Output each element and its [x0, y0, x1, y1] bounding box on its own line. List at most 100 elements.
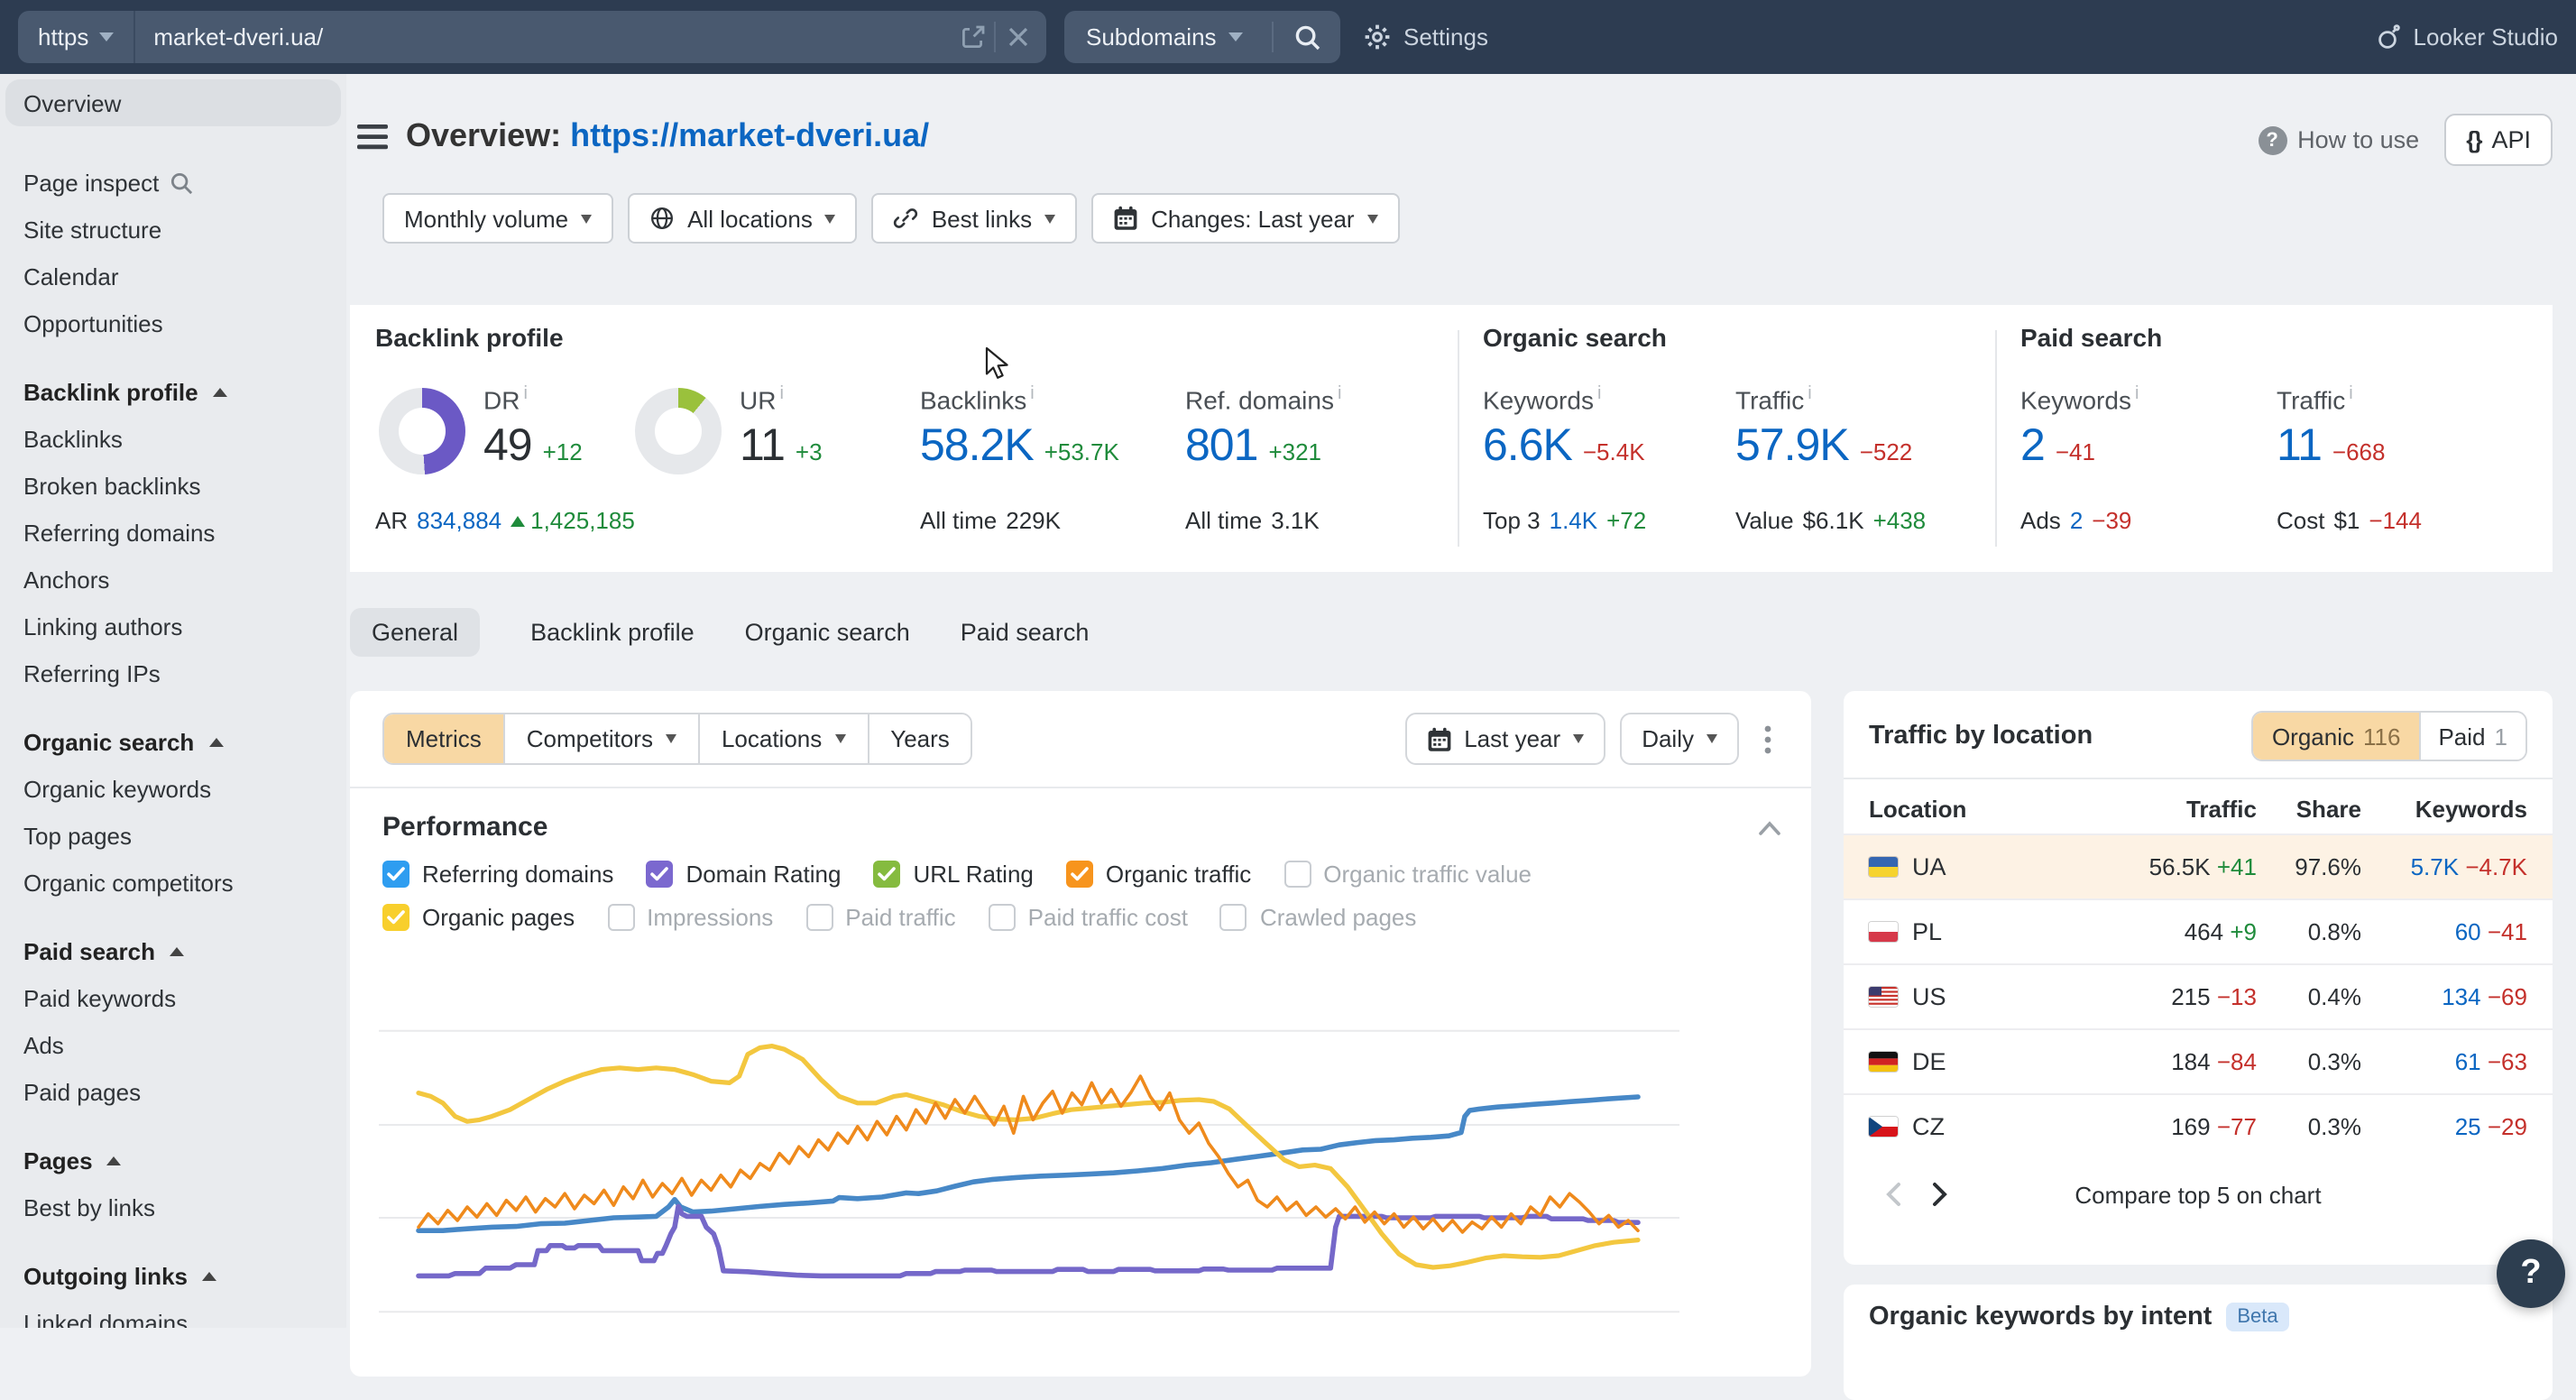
- info-icon[interactable]: i: [1030, 384, 1034, 404]
- info-icon[interactable]: i: [523, 384, 527, 404]
- keywords-value[interactable]: 5.7K: [2411, 853, 2460, 880]
- sidebar-item-opportunities[interactable]: Opportunities: [0, 299, 346, 346]
- kebab-menu-button[interactable]: [1753, 717, 1782, 760]
- col-keywords[interactable]: Keywords: [2361, 795, 2527, 822]
- location-row-cz[interactable]: CZ169 −770.3%25 −29: [1844, 1093, 2553, 1158]
- checkbox-referring-domains[interactable]: Referring domains: [382, 861, 613, 888]
- url-input[interactable]: market-dveri.ua/: [135, 23, 951, 51]
- performance-chart[interactable]: [379, 992, 1679, 1328]
- toggle-organic[interactable]: Organic116: [2254, 713, 2419, 760]
- toggle-paid[interactable]: Paid1: [2418, 713, 2525, 760]
- checkbox-crawled-pages[interactable]: Crawled pages: [1220, 904, 1416, 931]
- segment-competitors[interactable]: Competitors: [503, 714, 698, 763]
- checkbox-organic-traffic[interactable]: Organic traffic: [1066, 861, 1251, 888]
- info-icon[interactable]: i: [1597, 384, 1601, 404]
- looker-studio-button[interactable]: Looker Studio: [2376, 0, 2558, 74]
- ads-value[interactable]: 2: [2070, 507, 2083, 534]
- organic-traffic-value[interactable]: 57.9K: [1735, 419, 1849, 472]
- sidebar-item-site-structure[interactable]: Site structure: [0, 206, 346, 253]
- backlinks-value[interactable]: 58.2K: [920, 419, 1034, 472]
- sidebar-item-linked-domains[interactable]: Linked domains: [0, 1299, 346, 1328]
- segment-metrics[interactable]: Metrics: [384, 714, 503, 763]
- paid-traffic-value[interactable]: 11: [2277, 419, 2322, 472]
- date-range-button[interactable]: Last year: [1404, 713, 1605, 765]
- checkbox-impressions[interactable]: Impressions: [607, 904, 773, 931]
- keywords-value[interactable]: 25: [2455, 1113, 2481, 1140]
- info-icon[interactable]: i: [2349, 384, 2352, 404]
- sidebar-section-pages[interactable]: Pages: [0, 1137, 346, 1184]
- sidebar-item-best-by-links[interactable]: Best by links: [0, 1184, 346, 1230]
- unchecked-checkbox-icon[interactable]: [989, 904, 1016, 931]
- filter-changes-last-year-button[interactable]: Changes: Last year: [1091, 193, 1399, 244]
- tab-general[interactable]: General: [350, 608, 480, 657]
- sidebar-item-overview[interactable]: Overview: [5, 79, 341, 126]
- how-to-use-button[interactable]: ? How to use: [2258, 125, 2419, 154]
- keywords-value[interactable]: 60: [2455, 918, 2481, 945]
- location-row-pl[interactable]: PL464 +90.8%60 −41: [1844, 898, 2553, 963]
- keywords-value[interactable]: 134: [2442, 983, 2480, 1010]
- search-button[interactable]: [1274, 11, 1340, 63]
- sidebar-item-anchors[interactable]: Anchors: [0, 556, 346, 603]
- tab-organic-search[interactable]: Organic search: [745, 608, 910, 657]
- checkbox-organic-traffic-value[interactable]: Organic traffic value: [1283, 861, 1532, 888]
- filter-best-links-button[interactable]: Best links: [872, 193, 1077, 244]
- sidebar-item-page-inspect[interactable]: Page inspect: [0, 159, 346, 206]
- clear-url-icon[interactable]: [996, 11, 1039, 63]
- info-icon[interactable]: i: [779, 384, 783, 404]
- filter-monthly-volume-button[interactable]: Monthly volume: [382, 193, 613, 244]
- sidebar-section-paid-search[interactable]: Paid search: [0, 927, 346, 974]
- sidebar-item-calendar[interactable]: Calendar: [0, 253, 346, 299]
- sidebar-section-backlink-profile[interactable]: Backlink profile: [0, 368, 346, 415]
- col-location[interactable]: Location: [1869, 795, 2091, 822]
- unchecked-checkbox-icon[interactable]: [1283, 861, 1311, 888]
- api-button[interactable]: {} API: [2444, 114, 2553, 166]
- checkbox-paid-traffic-cost[interactable]: Paid traffic cost: [989, 904, 1188, 931]
- sidebar-section-outgoing-links[interactable]: Outgoing links: [0, 1252, 346, 1299]
- sidebar-item-ads[interactable]: Ads: [0, 1021, 346, 1068]
- checked-checkbox-icon[interactable]: [1066, 861, 1093, 888]
- sidebar-item-paid-keywords[interactable]: Paid keywords: [0, 974, 346, 1021]
- sidebar-item-backlinks[interactable]: Backlinks: [0, 415, 346, 462]
- location-row-ua[interactable]: UA56.5K +4197.6%5.7K −4.7K: [1844, 834, 2553, 898]
- location-row-us[interactable]: US215 −130.4%134 −69: [1844, 963, 2553, 1028]
- checkbox-organic-pages[interactable]: Organic pages: [382, 904, 575, 931]
- hamburger-menu-icon[interactable]: [357, 124, 388, 150]
- paid-keywords-value[interactable]: 2: [2020, 419, 2045, 472]
- col-traffic[interactable]: Traffic: [2091, 795, 2257, 822]
- location-row-de[interactable]: DE184 −840.3%61 −63: [1844, 1028, 2553, 1093]
- scope-dropdown[interactable]: Subdomains: [1064, 23, 1272, 51]
- top3-value[interactable]: 1.4K: [1550, 507, 1598, 534]
- help-button[interactable]: ?: [2497, 1239, 2565, 1308]
- checkbox-url-rating[interactable]: URL Rating: [873, 861, 1033, 888]
- sidebar-item-linking-authors[interactable]: Linking authors: [0, 603, 346, 649]
- protocol-dropdown[interactable]: https: [18, 11, 135, 63]
- tab-backlink-profile[interactable]: Backlink profile: [530, 608, 695, 657]
- checkbox-paid-traffic[interactable]: Paid traffic: [805, 904, 955, 931]
- unchecked-checkbox-icon[interactable]: [1220, 904, 1247, 931]
- checked-checkbox-icon[interactable]: [873, 861, 900, 888]
- checked-checkbox-icon[interactable]: [382, 861, 409, 888]
- tab-paid-search[interactable]: Paid search: [961, 608, 1090, 657]
- open-external-link-icon[interactable]: [951, 11, 994, 63]
- keywords-value[interactable]: 61: [2455, 1048, 2481, 1075]
- sidebar-item-organic-keywords[interactable]: Organic keywords: [0, 765, 346, 812]
- segment-years[interactable]: Years: [867, 714, 971, 763]
- organic-keywords-value[interactable]: 6.6K: [1483, 419, 1572, 472]
- sidebar-item-top-pages[interactable]: Top pages: [0, 812, 346, 859]
- segment-locations[interactable]: Locations: [698, 714, 867, 763]
- compare-top5-link[interactable]: Compare top 5 on chart: [1844, 1181, 2553, 1208]
- ar-value[interactable]: 834,884: [417, 507, 501, 534]
- granularity-button[interactable]: Daily: [1620, 713, 1739, 765]
- collapse-section-icon[interactable]: [1757, 818, 1782, 836]
- ref-domains-value[interactable]: 801: [1185, 419, 1257, 472]
- info-icon[interactable]: i: [2135, 384, 2139, 404]
- unchecked-checkbox-icon[interactable]: [805, 904, 833, 931]
- filter-all-locations-button[interactable]: All locations: [628, 193, 858, 244]
- sidebar-item-organic-competitors[interactable]: Organic competitors: [0, 859, 346, 906]
- col-share[interactable]: Share: [2257, 795, 2361, 822]
- target-url-link[interactable]: https://market-dveri.ua/: [570, 117, 929, 153]
- checked-checkbox-icon[interactable]: [382, 904, 409, 931]
- sidebar-section-organic-search[interactable]: Organic search: [0, 718, 346, 765]
- sidebar-item-referring-domains[interactable]: Referring domains: [0, 509, 346, 556]
- info-icon[interactable]: i: [1338, 384, 1341, 404]
